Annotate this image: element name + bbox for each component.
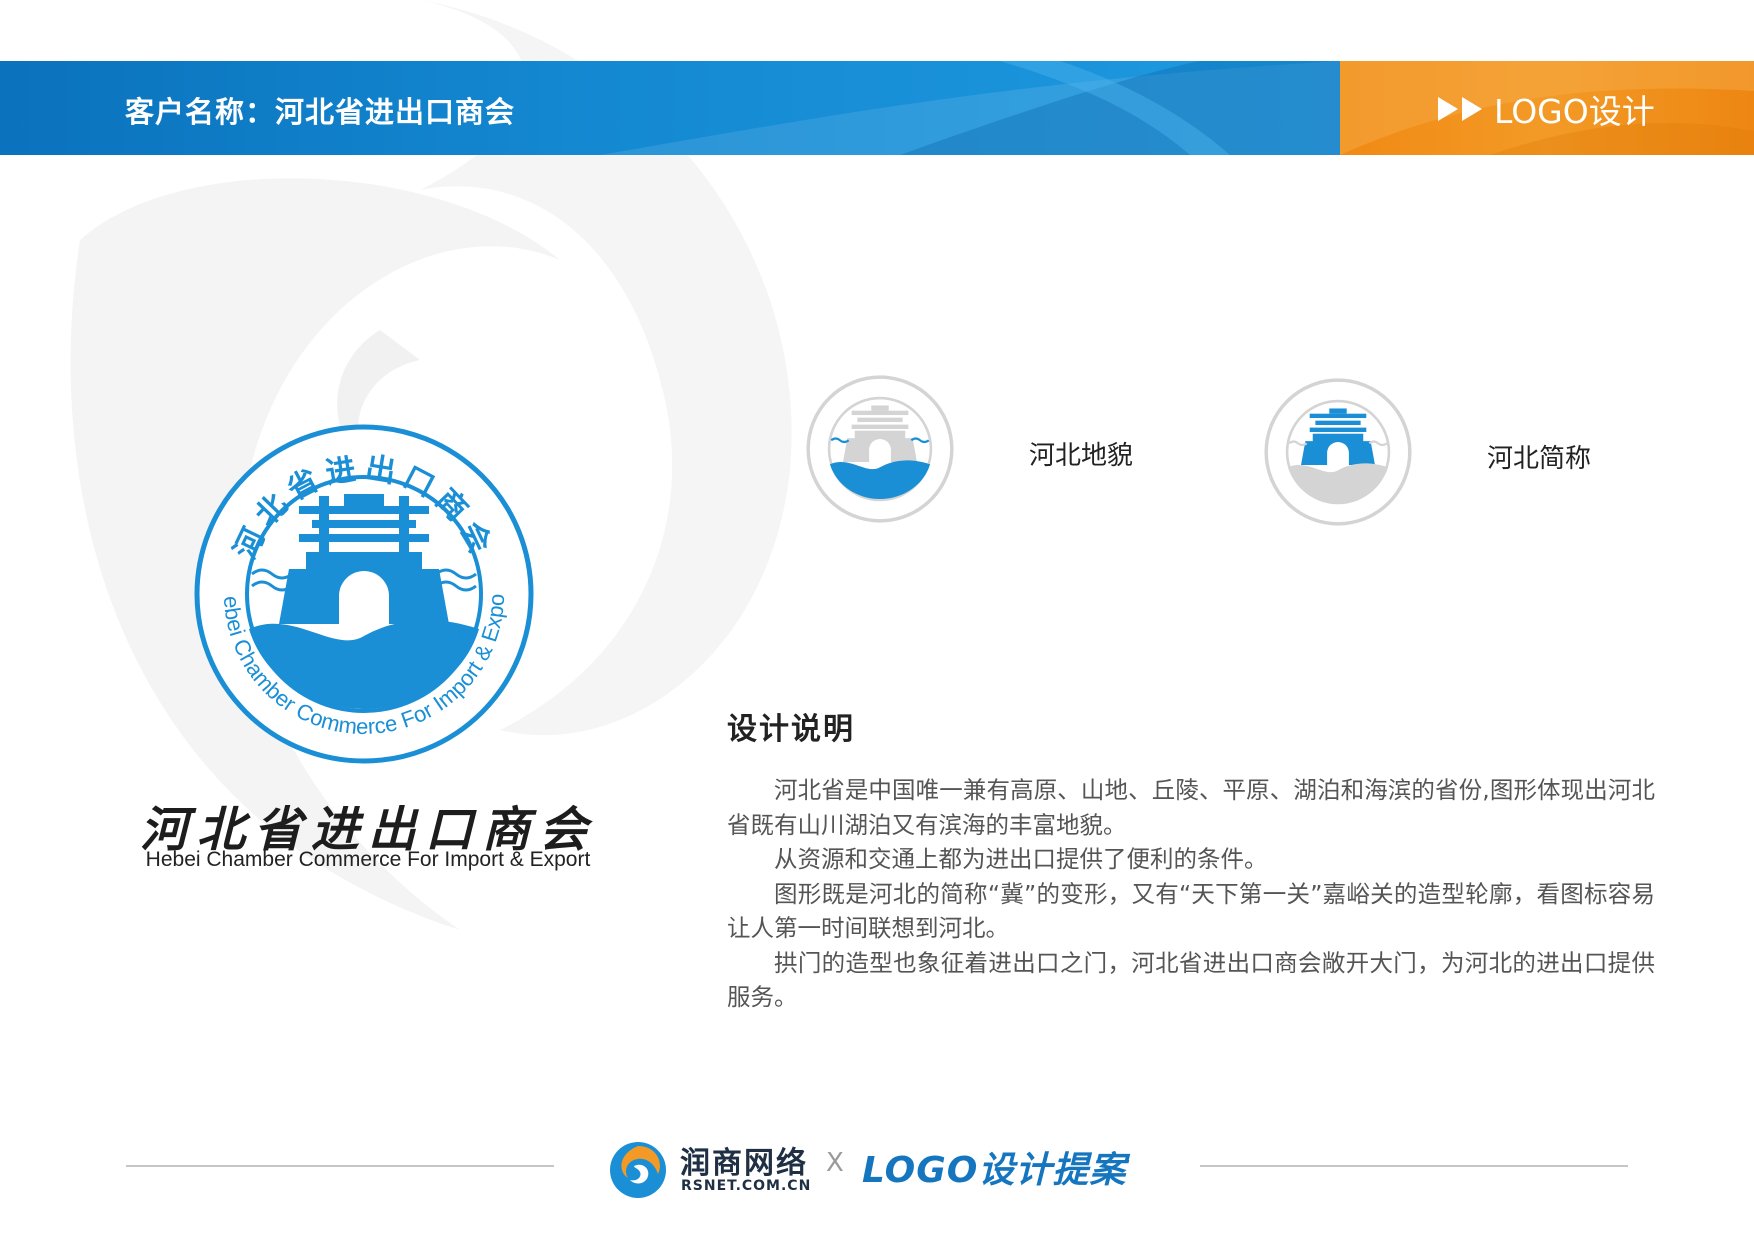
logo-variant-terrain [806,375,954,523]
logo-variant-ji [1264,378,1412,526]
footer-divider-left [126,1165,554,1167]
brand-name: 润商网络 [680,1146,808,1181]
header-blue-band: 客户名称：河北省进出口商会 [0,61,1340,155]
brand-domain: RSNET.COM.CN [681,1178,812,1194]
double-play-icon [1438,97,1482,121]
main-logo-emblem: 河北省进出口商会 Hebei Chamber Commerce For Impo… [194,424,534,764]
section-tag-label: LOGO设计 [1494,92,1655,131]
section-tag: LOGO设计 [1438,85,1655,133]
design-description-body: 河北省是中国唯一兼有高原、山地、丘陵、平原、湖泊和海滨的省份,图形体现出河北省既… [727,773,1655,1015]
description-paragraph: 河北省是中国唯一兼有高原、山地、丘陵、平原、湖泊和海滨的省份,图形体现出河北省既… [727,776,1655,839]
proposal-title: LOGO设计提案 [862,1150,1127,1191]
client-name-title: 客户名称：河北省进出口商会 [125,95,516,129]
design-description-heading: 设计说明 [727,712,855,747]
footer-divider-right [1200,1165,1628,1167]
rsnet-swirl-logo-icon [610,1142,666,1198]
variant-label-ji: 河北简称 [1487,444,1592,474]
footer: 润商网络 RSNET.COM.CN X LOGO设计提案 [0,1130,1754,1200]
description-paragraph: 图形既是河北的简称“冀”的变形，又有“天下第一关”嘉峪关的造型轮廓，看图标容易让… [727,879,1655,943]
header-orange-band: LOGO设计 [1340,61,1754,155]
logo-wordmark-en: Hebei Chamber Commerce For Import & Expo… [145,848,591,871]
description-paragraph: 从资源和交通上都为进出口提供了便利的条件。 [774,845,1268,873]
description-paragraph: 拱门的造型也象征着进出口之门，河北省进出口商会敞开大门，为河北的进出口提供服务。 [727,948,1655,1012]
brand-separator: X [826,1148,844,1178]
variant-label-terrain: 河北地貌 [1029,441,1134,471]
header-bar: 客户名称：河北省进出口商会 LOGO设计 [0,61,1754,155]
